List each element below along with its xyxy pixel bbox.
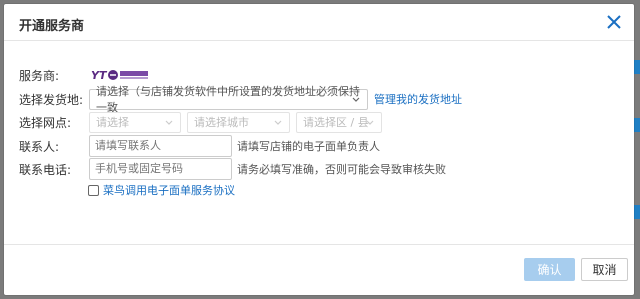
contact-label: 联系人:: [19, 139, 60, 154]
district-placeholder: 请选择区 / 县: [303, 116, 369, 129]
background-accent: [634, 205, 640, 219]
contact-input[interactable]: [89, 135, 232, 157]
chevron-down-icon: [366, 120, 374, 125]
background-accent: [634, 60, 640, 74]
address-row: 选择发货地: 请选择（与店铺发货软件中所设置的发货地址必须保持一致 管理我的发货…: [19, 85, 462, 114]
agreement-checkbox[interactable]: [88, 184, 99, 196]
dialog-footer: 确认 取消: [4, 244, 634, 295]
city-placeholder: 请选择城市: [194, 116, 249, 129]
provider-label: 服务商:: [19, 68, 60, 83]
province-placeholder: 请选择: [96, 116, 129, 129]
phone-input[interactable]: [89, 158, 232, 180]
chevron-down-icon: [274, 120, 282, 125]
open-service-provider-dialog: 开通服务商 服务商: YT 选择发货地: 请选择（与店铺发货软件中所设置的发货地…: [4, 4, 634, 295]
cancel-button[interactable]: 取消: [581, 258, 628, 281]
province-select[interactable]: 请选择: [89, 111, 181, 133]
contact-hint: 请填写店铺的电子面单负责人: [237, 140, 380, 153]
chevron-down-icon: [165, 120, 173, 125]
background-accent: [634, 118, 640, 132]
address-select[interactable]: 请选择（与店铺发货软件中所设置的发货地址必须保持一致: [89, 85, 368, 114]
phone-row: 联系电话: 请务必填写准确，否则可能会导致审核失败: [19, 158, 446, 180]
district-select[interactable]: 请选择区 / 县: [296, 111, 382, 133]
dialog-title: 开通服务商: [19, 19, 85, 34]
chevron-down-icon: [352, 97, 360, 102]
phone-label: 联系电话:: [19, 162, 72, 177]
outlet-row: 选择网点: 请选择 请选择城市 请选择区 / 县: [19, 111, 388, 133]
yto-express-logo: YT: [89, 67, 151, 83]
contact-row: 联系人: 请填写店铺的电子面单负责人: [19, 135, 380, 157]
dialog-header: 开通服务商: [4, 4, 634, 41]
phone-hint: 请务必填写准确，否则可能会导致审核失败: [237, 163, 446, 176]
outlet-label: 选择网点:: [19, 115, 72, 130]
svg-text:YT: YT: [91, 69, 108, 82]
confirm-button[interactable]: 确认: [524, 258, 575, 281]
manage-address-link[interactable]: 管理我的发货地址: [374, 91, 462, 107]
city-select[interactable]: 请选择城市: [187, 111, 290, 133]
agreement-link[interactable]: 菜鸟调用电子面单服务协议: [103, 182, 235, 198]
agreement-row: 菜鸟调用电子面单服务协议: [88, 179, 235, 201]
close-icon[interactable]: [604, 12, 624, 32]
address-label: 选择发货地:: [19, 92, 84, 107]
